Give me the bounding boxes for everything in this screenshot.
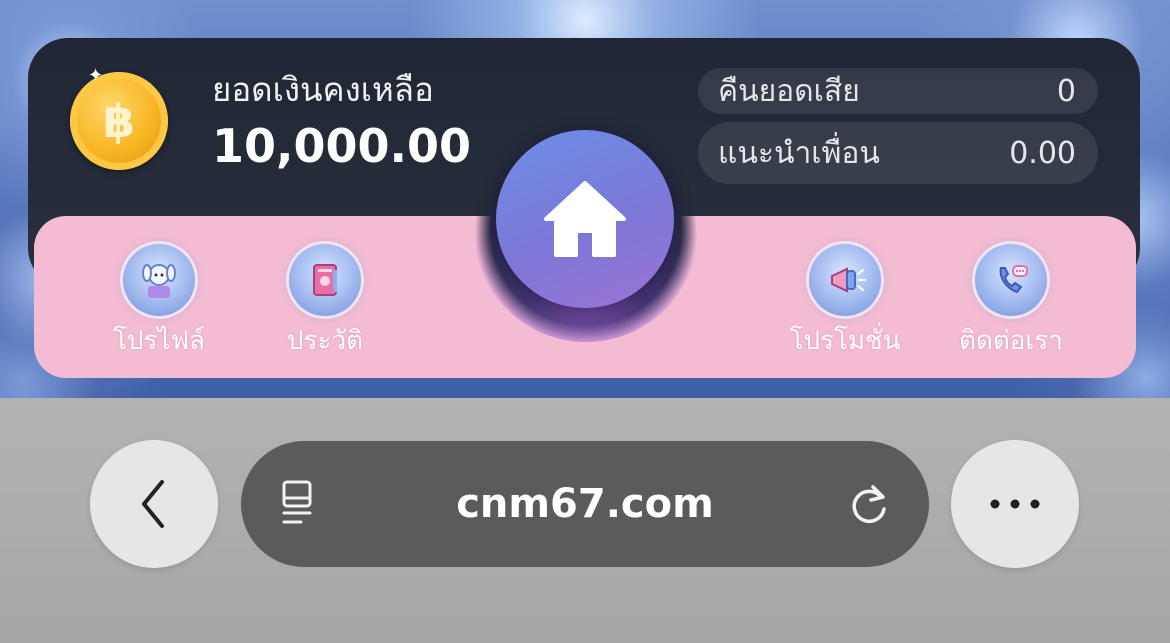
back-button[interactable]: [90, 440, 218, 568]
more-dots-icon: [990, 499, 1040, 509]
reload-icon[interactable]: [847, 481, 891, 531]
megaphone-icon: [809, 244, 881, 316]
nav-item-history[interactable]: ประวัติ: [250, 244, 400, 358]
url-text: cnm67.com: [456, 481, 714, 527]
nav-label-profile: โปรไฟล์: [113, 326, 205, 356]
nav-label-contact: ติดต่อเรา: [959, 326, 1063, 356]
referral-label: แนะนำเพื่อน: [718, 135, 880, 171]
nav-item-promotion[interactable]: โปรโมชั่น: [770, 244, 920, 358]
coin-icon: ฿: [70, 72, 168, 170]
balance-label: ยอดเงินคงเหลือ: [212, 70, 434, 109]
referral-value: 0.00: [1009, 135, 1076, 171]
cashback-label: คืนยอดเสีย: [718, 73, 860, 109]
home-icon: [544, 181, 626, 257]
address-bar[interactable]: cnm67.com: [241, 441, 929, 567]
balance-value: 10,000.00: [212, 119, 471, 173]
back-chevron-icon: [142, 480, 164, 528]
sparkle-icon: ✦: [88, 65, 104, 86]
profile-icon: [123, 244, 195, 316]
nav-label-history: ประวัติ: [287, 326, 363, 356]
nav-item-profile[interactable]: โปรไฟล์: [84, 244, 234, 358]
nav-item-contact[interactable]: ติดต่อเรา: [936, 244, 1086, 358]
history-book-icon: [289, 244, 361, 316]
cashback-stat: คืนยอดเสีย 0: [698, 68, 1098, 114]
more-options-button[interactable]: [951, 440, 1079, 568]
home-button[interactable]: [496, 130, 674, 308]
referral-stat: แนะนำเพื่อน 0.00: [698, 122, 1098, 184]
contact-phone-icon: [975, 244, 1047, 316]
nav-label-promotion: โปรโมชั่น: [789, 326, 901, 356]
cashback-value: 0: [1056, 73, 1076, 109]
coin-symbol: ฿: [102, 94, 135, 148]
